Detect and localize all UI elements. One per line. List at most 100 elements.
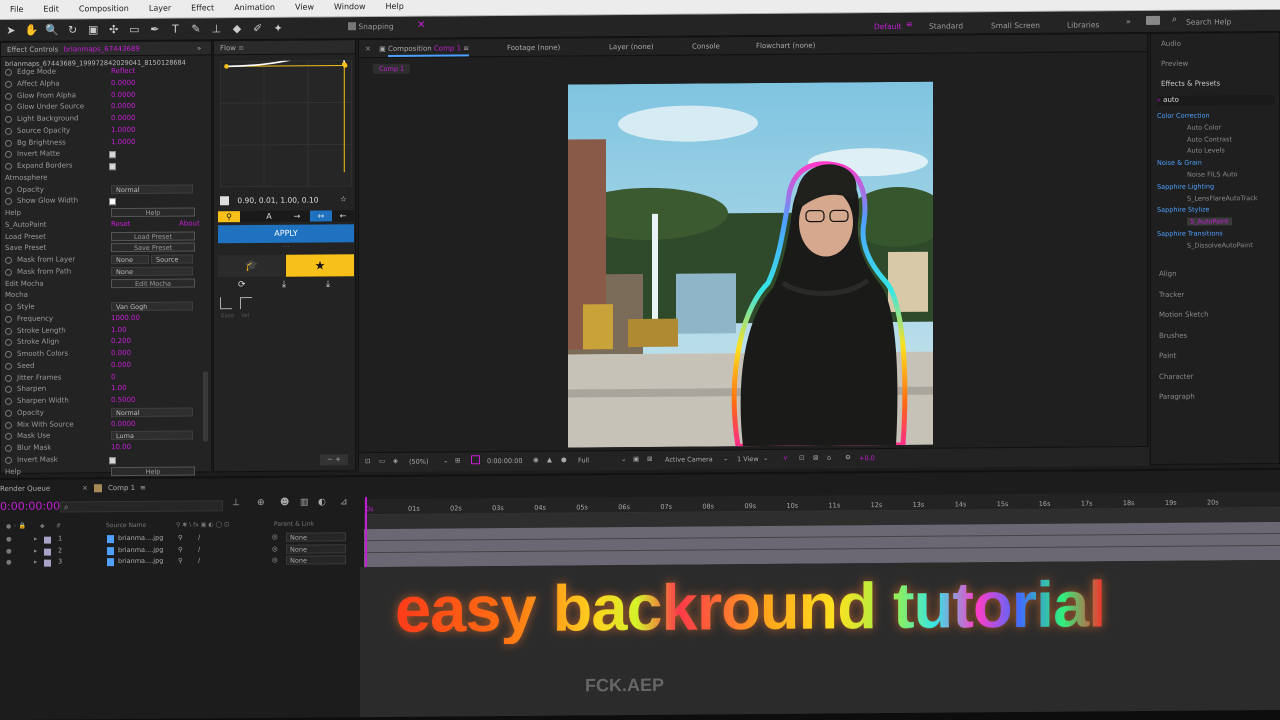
flow-ease-key-icon[interactable]: ⚲ (218, 211, 240, 223)
resolution-chevron-icon[interactable]: ⌄ (621, 455, 626, 463)
snapshot-icon[interactable]: ◉ (533, 456, 539, 464)
effect-row-value[interactable]: 0.5000 (111, 395, 136, 407)
panel-tracker[interactable]: Tracker (1159, 290, 1184, 298)
effects-item[interactable]: Noise FILS Auto (1187, 170, 1238, 178)
mask-visibility-icon[interactable] (471, 455, 480, 465)
stopwatch-icon[interactable] (5, 362, 12, 370)
effect-controls-scrollbar[interactable] (203, 371, 208, 442)
effect-row-value[interactable]: 1.00 (111, 383, 127, 395)
effects-item[interactable]: Auto Levels (1187, 147, 1225, 155)
camera-dropdown[interactable]: Active Camera (665, 455, 713, 463)
workspace-libraries[interactable]: Libraries (1067, 20, 1099, 29)
effect-row-dropdown[interactable]: Normal (111, 407, 193, 417)
transparency-grid-icon[interactable]: ⊠ (647, 455, 652, 463)
menu-animation[interactable]: Animation (224, 0, 285, 12)
panel-motion-sketch[interactable]: Motion Sketch (1159, 311, 1209, 319)
effect-row-dropdown[interactable]: None (111, 266, 193, 276)
chevron-down-icon[interactable]: ⌄ (443, 456, 448, 464)
effect-row-checkbox[interactable] (109, 151, 116, 159)
brush-tool-icon[interactable]: ✎ (187, 20, 205, 38)
menu-help[interactable]: Help (376, 0, 414, 11)
hand-tool-icon[interactable]: ✋ (23, 22, 41, 40)
effect-row-checkbox[interactable] (109, 198, 116, 206)
snapping-checkbox[interactable] (348, 22, 356, 31)
stopwatch-icon[interactable] (5, 139, 12, 147)
effect-row-checkbox[interactable] (109, 163, 116, 171)
menu-layer[interactable]: Layer (139, 0, 181, 13)
resolution-dropdown[interactable]: Full (578, 456, 589, 464)
effect-row-dropdown[interactable]: Van Gogh (111, 301, 193, 312)
workspace-menu-icon[interactable]: ≡ (906, 20, 913, 29)
menu-file[interactable]: File (0, 0, 33, 14)
flowchart-tab[interactable]: Flowchart (none) (756, 37, 815, 55)
grid-icon[interactable]: ⊞ (455, 456, 460, 464)
timeline-timecode[interactable]: 0:00:00:00 (0, 500, 60, 513)
effect-row-value[interactable]: 10.00 (111, 442, 131, 454)
exposure-value[interactable]: +0.0 (859, 454, 875, 462)
parent-link-header[interactable]: Parent & Link (274, 521, 314, 528)
region-of-interest-icon[interactable]: ▣ (633, 455, 639, 463)
effect-row-value[interactable]: 0 (111, 372, 115, 384)
flow-more-icon[interactable]: ⋯ (218, 243, 354, 252)
effect-row-dropdown[interactable]: Normal (111, 183, 193, 194)
fast-preview-icon[interactable]: ◈ (393, 457, 398, 465)
flow-copy-icon[interactable] (220, 196, 229, 206)
flow-tab[interactable]: Flow ≡ (214, 40, 355, 56)
effects-item[interactable]: S_LensFlareAutoTrack (1187, 194, 1258, 203)
effect-row-value[interactable]: 0.0000 (111, 113, 136, 125)
flow-favorite-icon[interactable]: ☆ (340, 194, 347, 203)
exposure-icon[interactable]: ⚙ (845, 453, 851, 461)
pen-tool-icon[interactable]: ✒ (146, 21, 164, 39)
visibility-toggle-icon[interactable]: ● (6, 558, 12, 566)
flow-arrow-right-icon[interactable]: → (286, 211, 308, 222)
composition-breadcrumb[interactable]: Comp 1 (373, 63, 411, 75)
flow-preset-1-icon[interactable] (220, 297, 232, 310)
effect-row-value[interactable]: Reflect (111, 66, 135, 78)
effect-reset-link[interactable]: Reset (111, 219, 131, 231)
panel-expand-icon[interactable]: » (197, 41, 201, 55)
flow-menu-icon[interactable]: ≡ (238, 44, 244, 52)
effect-row-value[interactable]: 0.0000 (111, 418, 136, 430)
panel-effects-presets[interactable]: Effects & Presets (1161, 79, 1220, 87)
flow-handle-point[interactable] (341, 61, 347, 67)
color-channel-icon[interactable]: ● (561, 456, 567, 464)
menu-edit[interactable]: Edit (33, 0, 69, 14)
flow-preset-2-icon[interactable] (240, 297, 252, 310)
layer-parent-dropdown[interactable]: None (286, 532, 346, 542)
effect-row-button[interactable]: Help (111, 207, 195, 218)
timeline-icon[interactable]: ⊠ (813, 454, 818, 462)
stopwatch-icon[interactable] (5, 115, 12, 123)
frame-blending-icon[interactable]: ▥ (300, 498, 309, 508)
effect-row-button[interactable]: Load Preset (111, 230, 195, 241)
stopwatch-icon[interactable] (5, 256, 12, 264)
menu-effect[interactable]: Effect (181, 0, 224, 13)
workspace-small-screen[interactable]: Small Screen (991, 21, 1040, 30)
always-preview-icon[interactable]: ▭ (379, 457, 385, 465)
stopwatch-icon[interactable] (5, 444, 12, 452)
stopwatch-icon[interactable] (5, 303, 12, 311)
quality-switch-icon[interactable]: / (198, 545, 200, 553)
layer-tab[interactable]: Layer (none) (609, 38, 654, 56)
stopwatch-icon[interactable] (5, 397, 12, 405)
stopwatch-icon[interactable] (5, 350, 12, 358)
layer-parent-dropdown[interactable]: None (286, 543, 346, 554)
timeline-close-icon[interactable]: ✕ (82, 481, 88, 495)
effect-row-value[interactable]: 0.000 (111, 348, 131, 360)
flow-curve-graph[interactable] (220, 60, 352, 188)
workspace-standard[interactable]: Standard (929, 21, 963, 30)
pan-behind-tool-icon[interactable]: ✣ (105, 21, 123, 39)
visibility-toggle-icon[interactable]: ● (6, 535, 12, 543)
effects-folder[interactable]: Sapphire Lighting (1157, 182, 1214, 190)
draft-3d-icon[interactable]: ⊕ (257, 498, 265, 508)
rectangle-tool-icon[interactable]: ▭ (125, 21, 143, 39)
camera-chevron-icon[interactable]: ⌄ (723, 454, 728, 462)
zoom-tool-icon[interactable]: 🔍 (43, 22, 61, 40)
panel-audio[interactable]: Audio (1161, 40, 1181, 48)
motion-blur-icon[interactable]: ◐ (318, 497, 326, 507)
footage-tab[interactable]: Footage (none) (507, 39, 560, 57)
expand-layer-icon[interactable]: ▸ (34, 535, 37, 543)
label-color-swatch[interactable] (44, 548, 51, 556)
parent-pickwhip-icon[interactable]: ◎ (272, 556, 278, 564)
effect-row-value[interactable]: 0.0000 (111, 101, 136, 113)
flow-refresh-icon[interactable]: ⟳ (238, 280, 246, 290)
